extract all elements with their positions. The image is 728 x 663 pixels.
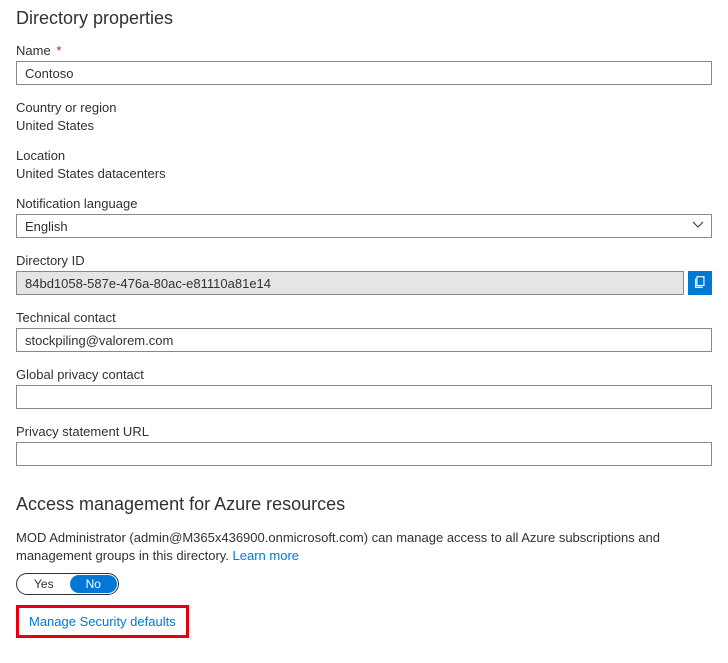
toggle-yes[interactable]: Yes: [18, 575, 70, 593]
access-management-description: MOD Administrator (admin@M365x436900.onm…: [16, 529, 712, 565]
directory-id-input[interactable]: [16, 271, 684, 295]
value-location: United States datacenters: [16, 166, 712, 181]
name-input[interactable]: [16, 61, 712, 85]
label-name: Name *: [16, 43, 712, 58]
access-toggle[interactable]: Yes No: [16, 573, 119, 595]
access-management-description-text: MOD Administrator (admin@M365x436900.onm…: [16, 530, 660, 563]
field-name: Name *: [16, 43, 712, 85]
label-technical-contact: Technical contact: [16, 310, 712, 325]
label-language: Notification language: [16, 196, 712, 211]
required-asterisk: *: [56, 43, 61, 58]
language-select[interactable]: English: [16, 214, 712, 238]
technical-contact-input[interactable]: [16, 328, 712, 352]
label-global-privacy: Global privacy contact: [16, 367, 712, 382]
highlight-box: Manage Security defaults: [16, 605, 189, 638]
global-privacy-input[interactable]: [16, 385, 712, 409]
manage-security-defaults-link[interactable]: Manage Security defaults: [29, 614, 176, 629]
privacy-url-input[interactable]: [16, 442, 712, 466]
value-country: United States: [16, 118, 712, 133]
field-language: Notification language English: [16, 196, 712, 238]
field-directory-id: Directory ID: [16, 253, 712, 295]
copy-button[interactable]: [688, 271, 712, 295]
label-directory-id: Directory ID: [16, 253, 712, 268]
section-access-management: Access management for Azure resources MO…: [16, 494, 712, 638]
field-country: Country or region United States: [16, 100, 712, 133]
section-title-directory-properties: Directory properties: [16, 8, 712, 29]
section-title-access-management: Access management for Azure resources: [16, 494, 712, 515]
field-technical-contact: Technical contact: [16, 310, 712, 352]
learn-more-link[interactable]: Learn more: [233, 548, 299, 563]
copy-icon: [693, 275, 707, 292]
field-location: Location United States datacenters: [16, 148, 712, 181]
field-global-privacy: Global privacy contact: [16, 367, 712, 409]
label-privacy-url: Privacy statement URL: [16, 424, 712, 439]
label-location: Location: [16, 148, 712, 163]
toggle-no[interactable]: No: [70, 575, 117, 593]
label-country: Country or region: [16, 100, 712, 115]
field-privacy-url: Privacy statement URL: [16, 424, 712, 466]
label-name-text: Name: [16, 43, 51, 58]
